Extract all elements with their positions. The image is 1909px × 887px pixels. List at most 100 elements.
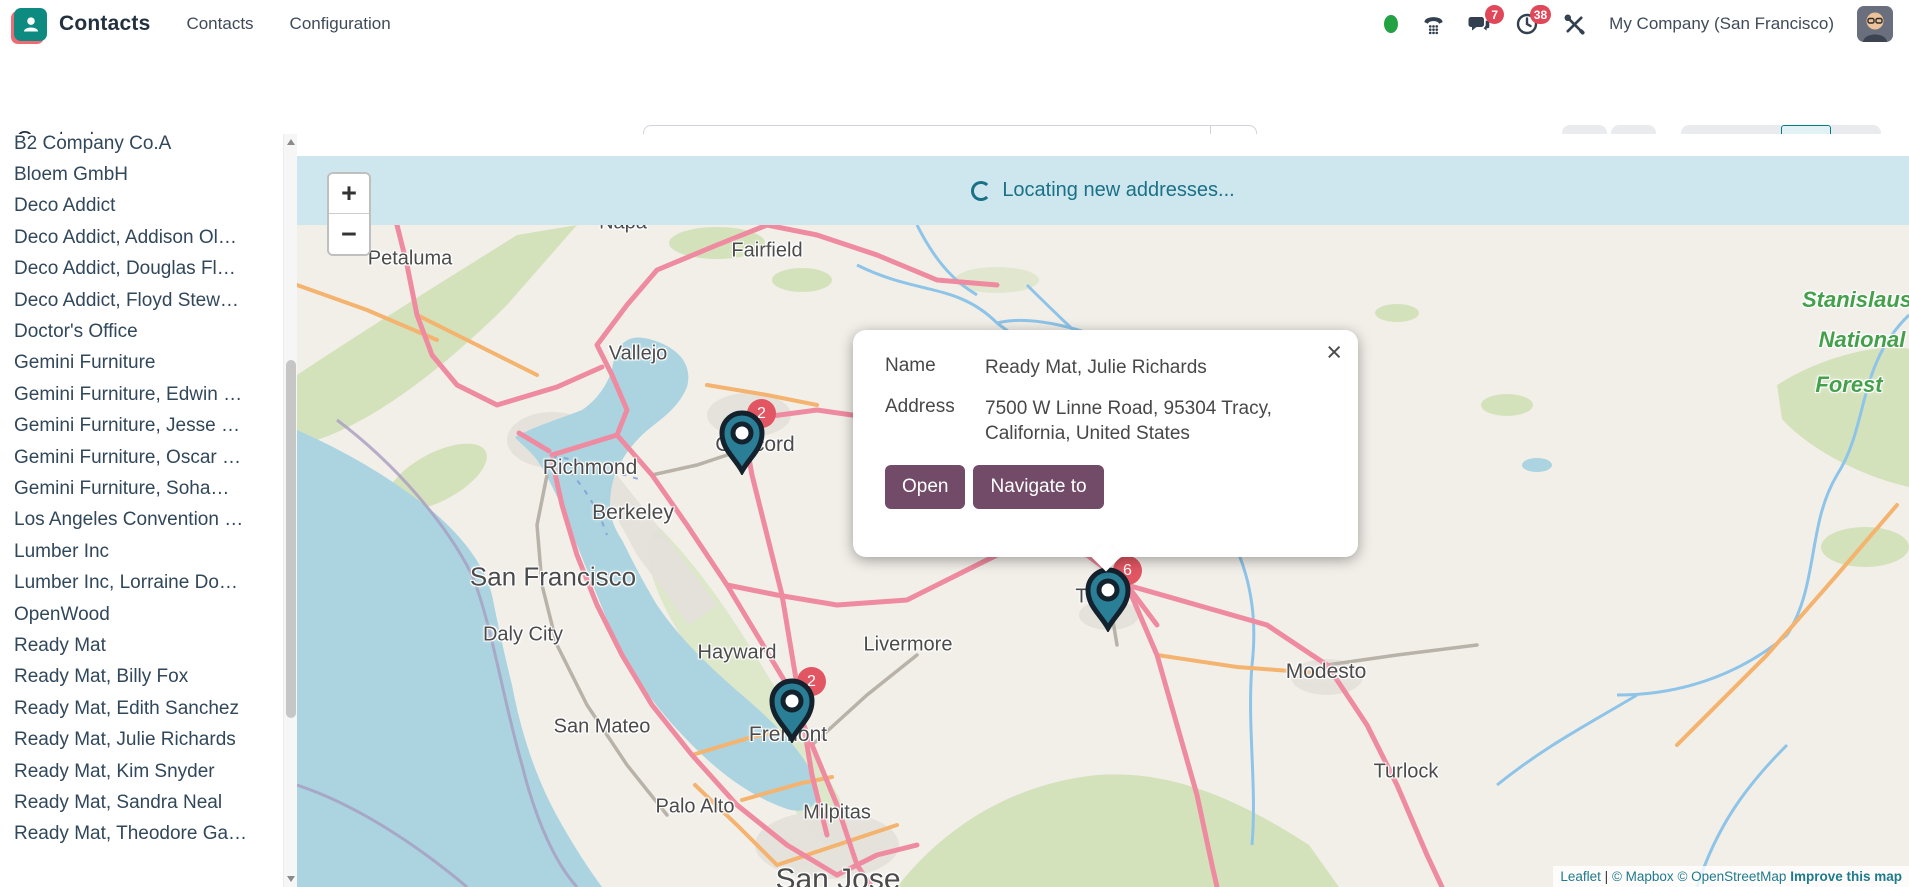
map-marker[interactable]: 2 xyxy=(766,677,818,743)
contact-list: B2 Company Co.A Bloem GmbH Deco Addict D… xyxy=(0,134,283,850)
leaflet-link[interactable]: Leaflet xyxy=(1560,869,1601,884)
sidebar-contact-item[interactable]: Ready Mat, Edith Sanchez xyxy=(0,693,283,724)
sidebar-scrollbar[interactable] xyxy=(283,134,297,887)
sidebar-contact-item[interactable]: Gemini Furniture xyxy=(0,348,283,379)
sidebar-contact-item[interactable]: Ready Mat, Theodore Ga… xyxy=(0,819,283,850)
popup-address-label: Address xyxy=(885,396,985,446)
sidebar-contact-item[interactable]: Gemini Furniture, Soha… xyxy=(0,473,283,504)
map-view: Locating new addresses... + − xyxy=(297,134,1909,887)
menu-contacts[interactable]: Contacts xyxy=(186,14,253,34)
contact-name: Ready Mat, Sandra Neal xyxy=(14,792,222,814)
map-pin-icon xyxy=(716,409,768,475)
map-attribution: Leaflet | © Mapbox © OpenStreetMap Impro… xyxy=(1553,866,1909,887)
attribution-separator: | xyxy=(1601,869,1612,884)
popup-name-label: Name xyxy=(885,355,985,380)
activities-badge: 38 xyxy=(1530,5,1551,24)
popup-name-value: Ready Mat, Julie Richards xyxy=(985,355,1207,380)
sidebar-contact-item[interactable]: Deco Addict, Addison Ol… xyxy=(0,222,283,253)
messages-icon[interactable]: 7 xyxy=(1468,12,1492,36)
sidebar-contact-item[interactable]: Lumber Inc, Lorraine Do… xyxy=(0,567,283,598)
map-zoom-control: + − xyxy=(327,172,371,256)
map-tiles[interactable]: PetalumaFairfieldNapaVallejoRichmondConc… xyxy=(297,225,1909,887)
sidebar-contact-item[interactable]: Gemini Furniture, Jesse … xyxy=(0,411,283,442)
presence-status-dot xyxy=(1384,15,1398,33)
popup-address-value: 7500 W Linne Road, 95304 Tracy, Californ… xyxy=(985,396,1272,446)
contact-name: Gemini Furniture xyxy=(14,352,156,374)
company-switcher[interactable]: My Company (San Francisco) xyxy=(1609,14,1834,34)
sidebar-contact-item[interactable]: Ready Mat, Kim Snyder xyxy=(0,756,283,787)
scrollbar-thumb[interactable] xyxy=(286,360,296,718)
contact-name: Ready Mat, Theodore Ga… xyxy=(14,823,247,845)
address-line-2: California, United States xyxy=(985,423,1190,444)
sidebar-contact-item[interactable]: OpenWood xyxy=(0,599,283,630)
contact-name: Doctor's Office xyxy=(14,321,138,343)
mapbox-link[interactable]: © Mapbox xyxy=(1612,869,1674,884)
voip-phone-icon[interactable] xyxy=(1421,12,1445,36)
contact-name: Deco Addict, Floyd Stew… xyxy=(14,290,239,312)
contact-name: Deco Addict xyxy=(14,195,115,217)
top-menu: Contacts Configuration xyxy=(186,14,390,34)
activities-clock-icon[interactable]: 38 xyxy=(1515,12,1539,36)
contacts-app-icon[interactable] xyxy=(14,8,47,41)
marker-popup: × Name Ready Mat, Julie Richards Address… xyxy=(853,330,1358,557)
map-marker[interactable]: 2 xyxy=(716,409,768,475)
sidebar-contact-item[interactable]: Deco Addict, Floyd Stew… xyxy=(0,285,283,316)
open-button[interactable]: Open xyxy=(885,465,965,509)
contact-name: Deco Addict, Douglas Fl… xyxy=(14,258,236,280)
systray: 7 38 My Company (San Francisco) xyxy=(1384,6,1893,42)
sidebar-contact-item[interactable]: Bloem GmbH xyxy=(0,159,283,190)
sidebar-contact-item[interactable]: Ready Mat, Sandra Neal xyxy=(0,787,283,818)
navigate-to-button[interactable]: Navigate to xyxy=(973,465,1103,509)
contact-name: Lumber Inc xyxy=(14,541,109,563)
menu-configuration[interactable]: Configuration xyxy=(290,14,391,34)
contact-name: B2 Company Co.A xyxy=(14,134,171,155)
scroll-down-arrow[interactable] xyxy=(287,876,295,882)
sidebar-contact-item[interactable]: Deco Addict, Douglas Fl… xyxy=(0,254,283,285)
messages-badge: 7 xyxy=(1485,5,1504,24)
locating-banner: Locating new addresses... xyxy=(297,156,1909,225)
scroll-up-arrow[interactable] xyxy=(287,139,295,145)
contact-name: OpenWood xyxy=(14,604,110,626)
contact-name: Ready Mat xyxy=(14,635,106,657)
improve-map-link[interactable]: Improve this map xyxy=(1790,869,1902,884)
contact-name: Ready Mat, Julie Richards xyxy=(14,729,236,751)
sidebar-contact-item[interactable]: Ready Mat, Julie Richards xyxy=(0,724,283,755)
sidebar-contact-item[interactable]: Ready Mat, Billy Fox xyxy=(0,662,283,693)
contact-name: Bloem GmbH xyxy=(14,164,128,186)
sidebar-contact-item[interactable]: Los Angeles Convention … xyxy=(0,505,283,536)
top-navbar: Contacts Contacts Configuration 7 38 xyxy=(0,0,1909,48)
contact-name: Ready Mat, Edith Sanchez xyxy=(14,698,239,720)
contact-name: Ready Mat, Kim Snyder xyxy=(14,761,215,783)
sidebar-contact-item[interactable]: Gemini Furniture, Edwin … xyxy=(0,379,283,410)
contact-name: Gemini Furniture, Edwin … xyxy=(14,384,242,406)
close-icon[interactable]: × xyxy=(1326,336,1342,368)
person-icon xyxy=(21,14,41,34)
sidebar-contact-item[interactable]: Gemini Furniture, Oscar … xyxy=(0,442,283,473)
app-title: Contacts xyxy=(59,12,150,36)
contact-name: Deco Addict, Addison Ol… xyxy=(14,227,237,249)
contact-name: Ready Mat, Billy Fox xyxy=(14,666,188,688)
address-line-1: 7500 W Linne Road, 95304 Tracy, xyxy=(985,398,1272,419)
loading-spinner-icon xyxy=(971,181,991,201)
map-pin-icon xyxy=(766,677,818,743)
contact-name: Lumber Inc, Lorraine Do… xyxy=(14,572,238,594)
zoom-out-button[interactable]: − xyxy=(329,214,369,254)
sidebar-contact-item[interactable]: Doctor's Office xyxy=(0,316,283,347)
contact-list-panel: B2 Company Co.A Bloem GmbH Deco Addict D… xyxy=(0,134,283,887)
sidebar-contact-item[interactable]: Lumber Inc xyxy=(0,536,283,567)
contact-name: Gemini Furniture, Jesse … xyxy=(14,415,240,437)
sidebar-contact-item[interactable]: B2 Company Co.A xyxy=(0,134,283,159)
contact-name: Los Angeles Convention … xyxy=(14,509,243,531)
content-area: B2 Company Co.A Bloem GmbH Deco Addict D… xyxy=(0,134,1909,887)
map-marker[interactable]: 6 xyxy=(1082,566,1134,632)
control-panel: Contacts ⚙ 1-80 / 107 xyxy=(0,48,1909,134)
sidebar-contact-item[interactable]: Ready Mat xyxy=(0,630,283,661)
zoom-in-button[interactable]: + xyxy=(329,174,369,214)
sidebar-contact-item[interactable]: Deco Addict xyxy=(0,191,283,222)
tools-icon[interactable] xyxy=(1562,12,1586,36)
osm-link[interactable]: © OpenStreetMap xyxy=(1677,869,1786,884)
map-pin-icon xyxy=(1082,566,1134,632)
contact-name: Gemini Furniture, Soha… xyxy=(14,478,229,500)
contact-name: Gemini Furniture, Oscar … xyxy=(14,447,241,469)
user-avatar[interactable] xyxy=(1857,6,1893,42)
